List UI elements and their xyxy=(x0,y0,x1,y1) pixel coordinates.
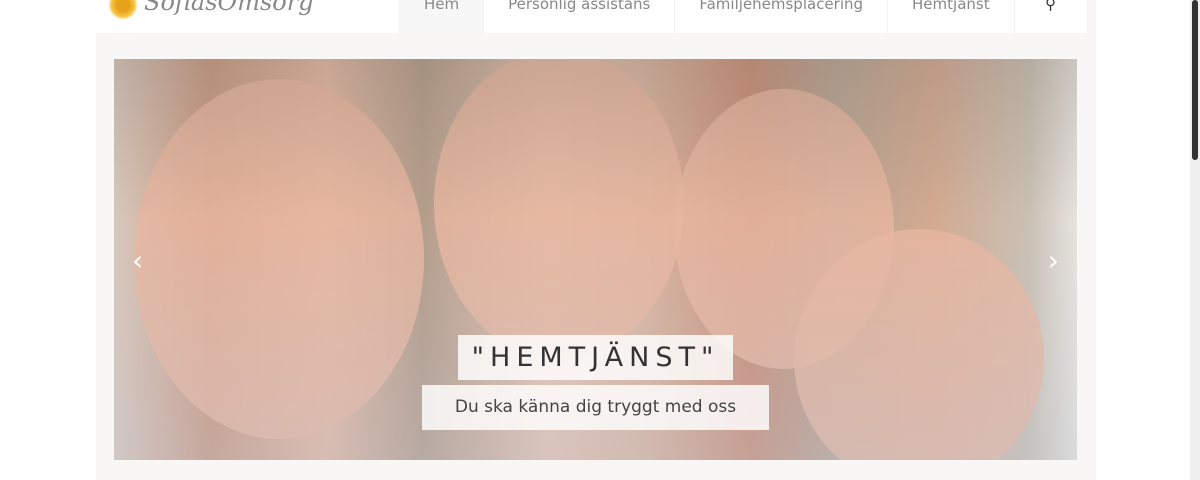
slide-title: "HEMTJÄNST" xyxy=(458,335,733,380)
nav-familjehemsplacering[interactable]: Familjehemsplacering xyxy=(675,0,889,33)
nav-hemtjanst[interactable]: Hemtjänst xyxy=(888,0,1015,33)
nav-hem[interactable]: Hem xyxy=(400,0,485,33)
logo[interactable]: SofiasOmsorg xyxy=(96,0,398,33)
scrollbar[interactable] xyxy=(1190,0,1200,480)
page-container: SofiasOmsorg Hem Personlig assistans Fam… xyxy=(96,0,1096,480)
scrollbar-thumb[interactable] xyxy=(1192,0,1198,160)
logo-text: SofiasOmsorg xyxy=(144,0,314,16)
prev-arrow-icon[interactable]: ‹ xyxy=(132,244,143,277)
hero-slider: ‹ › "HEMTJÄNST" Du ska känna dig tryggt … xyxy=(114,59,1077,460)
flower-icon xyxy=(108,0,138,20)
search-icon[interactable]: ⚲ xyxy=(1014,0,1088,33)
nav-personlig-assistans[interactable]: Personlig assistans xyxy=(484,0,676,33)
main-nav: Hem Personlig assistans Familjehemsplace… xyxy=(400,0,1088,33)
slide-subtitle: Du ska känna dig tryggt med oss xyxy=(422,385,769,430)
next-arrow-icon[interactable]: › xyxy=(1048,244,1059,277)
